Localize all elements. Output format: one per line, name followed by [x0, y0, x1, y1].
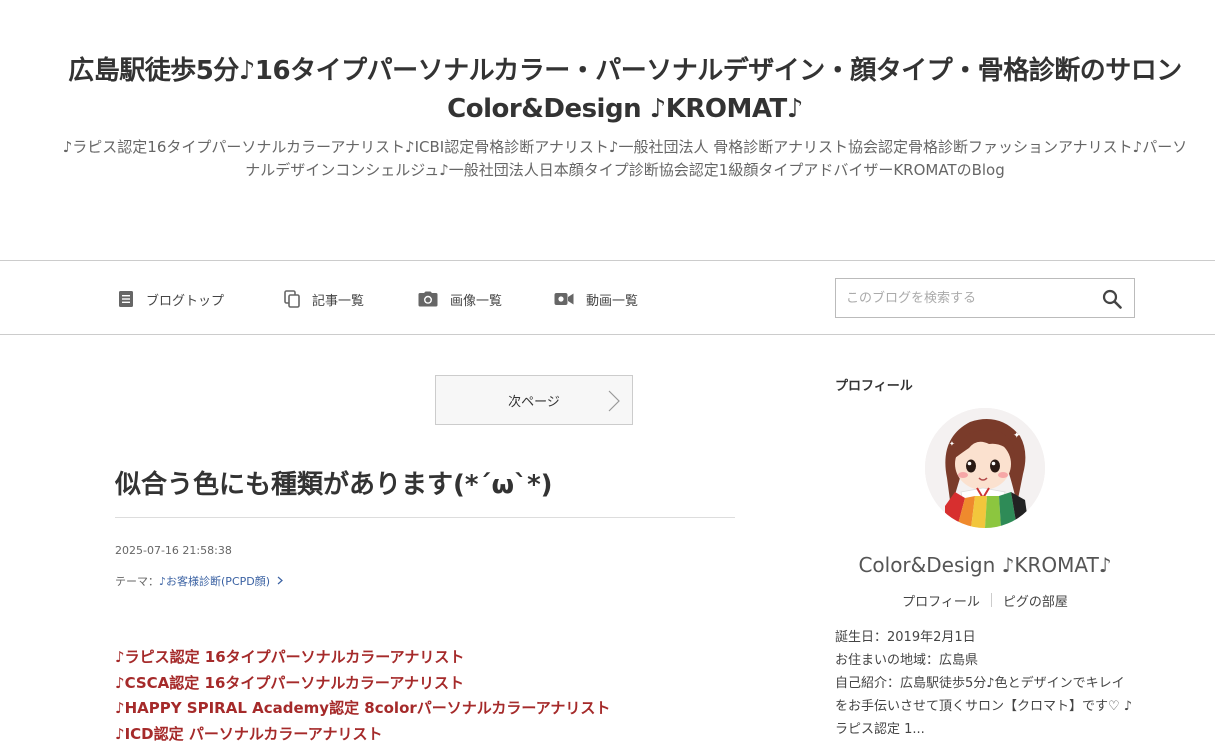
chevron-right-icon — [277, 576, 283, 585]
avatar[interactable]: ✦ ✦ — [925, 408, 1045, 528]
profile-intro: 自己紹介：広島駅徒歩5分♪色とデザインでキレイをお手伝いさせて頂くサロン【クロマ… — [835, 676, 1133, 737]
pig-room-link[interactable]: ピグの部屋 — [992, 591, 1079, 610]
blog-title[interactable]: 広島駅徒歩5分♪16タイプパーソナルカラー・パーソナルデザイン・顔タイプ・骨格診… — [60, 52, 1190, 128]
main-content: 次ページ 似合う色にも種類があります(*´ω`*) 2025-07-16 21:… — [115, 335, 735, 743]
entry-theme: テーマ：♪お客様診断(PCPD顔) — [115, 573, 283, 589]
body-line: ♪CSCA認定 16タイプパーソナルカラーアナリスト — [115, 673, 465, 692]
svg-text:✦: ✦ — [949, 440, 955, 448]
document-icon — [119, 291, 133, 307]
body-line: ♪ラピス認定 16タイプパーソナルカラーアナリスト — [115, 648, 465, 666]
nav-item-label: 画像一覧 — [450, 293, 503, 309]
profile-name[interactable]: Color&Design ♪KROMAT♪ — [835, 553, 1135, 577]
avatar-illustration: ✦ ✦ — [925, 408, 1045, 528]
search-input[interactable] — [836, 279, 1091, 317]
nav-item-label: ブログトップ — [146, 293, 225, 309]
next-page-button[interactable]: 次ページ — [435, 375, 633, 425]
video-icon — [554, 293, 574, 305]
entry-title[interactable]: 似合う色にも種類があります(*´ω`*) — [115, 467, 735, 503]
profile-birthday: 誕生日：2019年2月1日 — [835, 630, 976, 645]
entry-date: 2025-07-16 21:58:38 — [115, 544, 232, 557]
copy-icon — [284, 290, 300, 308]
profile-links: プロフィール ピグの部屋 — [835, 591, 1135, 610]
profile-link[interactable]: プロフィール — [891, 591, 991, 610]
camera-icon — [418, 291, 438, 307]
svg-text:✦: ✦ — [1013, 431, 1021, 441]
profile-region: お住まいの地域：広島県 — [835, 653, 979, 668]
next-page-label: 次ページ — [508, 394, 560, 410]
search-icon[interactable] — [1102, 289, 1122, 309]
global-nav: ブログトップ 記事一覧 画像一覧 動画一覧 — [0, 260, 1215, 335]
nav-item-label: 記事一覧 — [312, 293, 365, 309]
body-line: ♪ICD認定 パーソナルカラーアナリスト — [115, 724, 383, 743]
sidebar: プロフィール ✦ ✦ Color&Design ♪KROMAT♪ プロフィール … — [835, 335, 1135, 743]
blog-description: ♪ラピス認定16タイプパーソナルカラーアナリスト♪ICBI認定骨格診断アナリスト… — [62, 138, 1188, 179]
nav-item-blog-top[interactable]: ブログトップ — [118, 289, 224, 309]
theme-link[interactable]: ♪お客様診断(PCPD顔) — [159, 575, 270, 588]
body-line: ♪HAPPY SPIRAL Academy認定 8colorパーソナルカラーアナ… — [115, 699, 611, 717]
profile-heading: プロフィール — [835, 379, 913, 394]
chevron-right-icon — [608, 390, 620, 412]
nav-item-entry-list[interactable]: 記事一覧 — [284, 289, 364, 309]
entry-body: ♪ラピス認定 16タイプパーソナルカラーアナリスト ♪CSCA認定 16タイプパ… — [115, 645, 735, 743]
theme-label: テーマ： — [115, 575, 159, 588]
nav-item-video-list[interactable]: 動画一覧 — [554, 289, 638, 309]
blog-header: 広島駅徒歩5分♪16タイプパーソナルカラー・パーソナルデザイン・顔タイプ・骨格診… — [0, 0, 1215, 260]
title-divider — [115, 517, 735, 518]
nav-item-label: 動画一覧 — [586, 293, 639, 309]
nav-item-image-list[interactable]: 画像一覧 — [418, 289, 502, 309]
search-box — [835, 278, 1135, 318]
profile-info: 誕生日：2019年2月1日 お住まいの地域：広島県 自己紹介：広島駅徒歩5分♪色… — [835, 626, 1135, 741]
